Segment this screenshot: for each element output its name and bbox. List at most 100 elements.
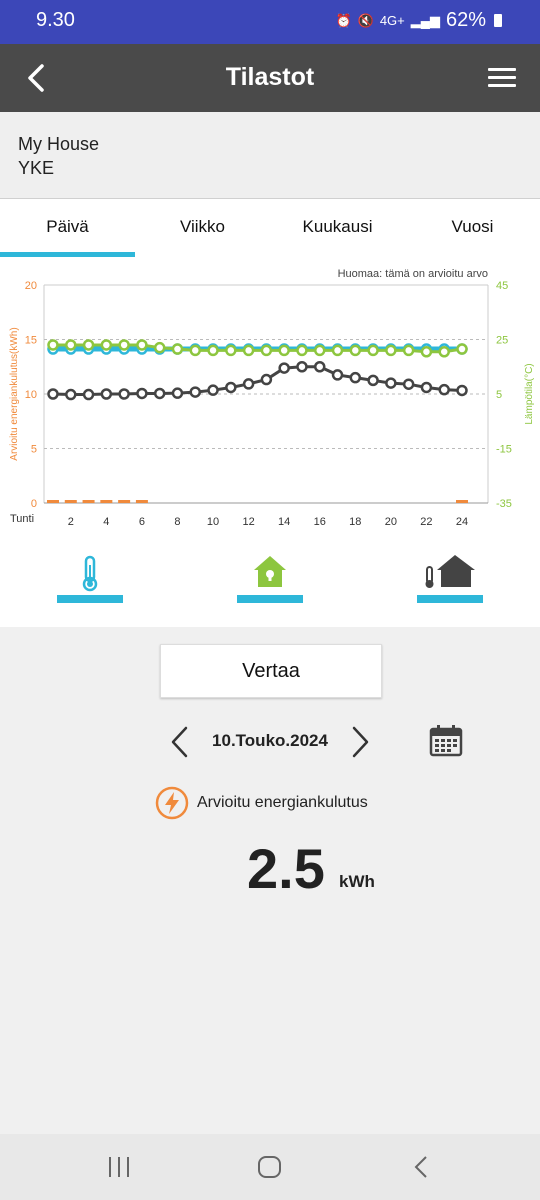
lightning-icon [155,786,189,820]
compare-button[interactable]: Vertaa [160,644,382,698]
x-tick: 6 [139,516,145,528]
data-point [438,383,450,396]
data-point [349,371,362,384]
data-point [189,344,202,357]
data-point [118,339,130,351]
outdoor-temp-mode-button[interactable] [417,553,483,603]
data-point [296,344,308,357]
mode-indicator [237,595,303,603]
data-point [456,384,468,397]
data-point [331,369,344,381]
home-button[interactable] [255,1152,285,1182]
home-mode-button[interactable] [237,553,303,603]
data-point [47,388,59,400]
chart-note: Huomaa: tämä on arvioitu arvo [338,268,488,280]
data-point [82,339,95,351]
data-point [296,361,308,373]
energy-bar [118,500,131,503]
data-point [242,344,255,357]
data-point [367,344,379,357]
mute-icon: 🔇 [357,12,374,28]
data-point [100,388,113,400]
alarm-icon: ⏰ [335,12,352,28]
x-axis-label: Tunti [10,513,34,525]
data-point [313,344,326,357]
y-right-label: Lämpötila(°C) [524,363,535,424]
recent-apps-button[interactable] [104,1152,134,1182]
data-point [402,344,415,357]
chevron-right-icon [352,726,369,758]
data-point [225,381,237,394]
thermometer-icon [82,555,98,592]
y-left-tick: 10 [25,389,37,401]
x-tick: 14 [278,516,290,528]
calendar-icon [429,725,463,757]
thermometer-house-icon [425,555,475,588]
period-tabs: Päivä Viikko Kuukausi Vuosi [0,198,540,258]
y-left-label: Arvioitu energiankulutus(kWh) [9,327,20,460]
x-tick: 16 [314,516,326,528]
y-right-tick: 45 [496,280,508,292]
indoor-temp-mode-button[interactable] [57,553,123,603]
data-point [385,377,397,389]
y-right-tick: 25 [496,335,508,347]
energy-bar [64,500,77,503]
status-icons: ⏰ 🔇 4G+ ▂▄▆ 62% [335,9,502,32]
energy-bar [135,500,148,503]
status-bar: 9.30 ⏰ 🔇 4G+ ▂▄▆ 62% [0,0,540,44]
next-date-button[interactable] [346,724,374,760]
x-tick: 24 [456,516,468,528]
system-back-button[interactable] [406,1152,436,1182]
mode-indicator [417,595,483,603]
energy-label: Arvioitu energiankulutus [197,794,368,811]
data-point [65,339,77,351]
y-left-tick: 15 [25,335,37,347]
app-bar: Tilastot [0,44,540,112]
energy-unit: kWh [339,872,375,891]
x-tick: 2 [68,516,74,528]
tab-day[interactable]: Päivä [0,199,135,258]
tab-year[interactable]: Vuosi [405,199,540,258]
battery-level: 62% [445,9,486,31]
y-left-tick: 5 [31,444,37,456]
data-point [153,341,166,354]
energy-value: 2.5 [247,837,325,900]
data-point [225,344,237,357]
series-line [52,365,463,397]
data-point [207,384,219,396]
network-icon: 4G+ [379,13,405,28]
x-tick: 4 [103,516,109,528]
house-name: My House [18,134,100,154]
menu-button[interactable] [486,62,520,92]
x-tick: 22 [420,516,432,528]
tab-week[interactable]: Viikko [135,199,270,258]
data-point [313,361,326,373]
house-subtitle: YKE [18,158,55,178]
signal-icon: ▂▄▆ [410,12,440,28]
data-point [278,362,290,374]
tab-month[interactable]: Kuukausi [270,199,405,258]
house-info: My House YKE [0,112,540,198]
data-point [367,374,379,387]
data-point [278,344,290,357]
data-point [402,378,415,390]
y-right-tick: -35 [496,498,512,510]
data-point [65,388,77,401]
recent-apps-icon [109,1157,129,1177]
calendar-button[interactable] [428,724,464,758]
chart-panel: Huomaa: tämä on arvioitu arvo 0 5 10 15 20 -35… [0,257,540,627]
data-point [349,344,362,357]
data-point [136,387,148,400]
data-point [242,378,255,390]
data-point [385,344,397,357]
house-icon [254,556,286,587]
data-point [153,387,166,400]
y-right-tick: -15 [496,444,512,456]
energy-temperature-chart: Huomaa: tämä on arvioitu arvo 0 5 10 15 20 -35… [9,268,535,528]
hamburger-icon [488,68,516,87]
x-tick: 10 [207,516,219,528]
y-right-tick: 5 [496,389,502,401]
mode-indicator [57,595,123,603]
data-point [207,344,219,357]
data-point [438,346,450,358]
